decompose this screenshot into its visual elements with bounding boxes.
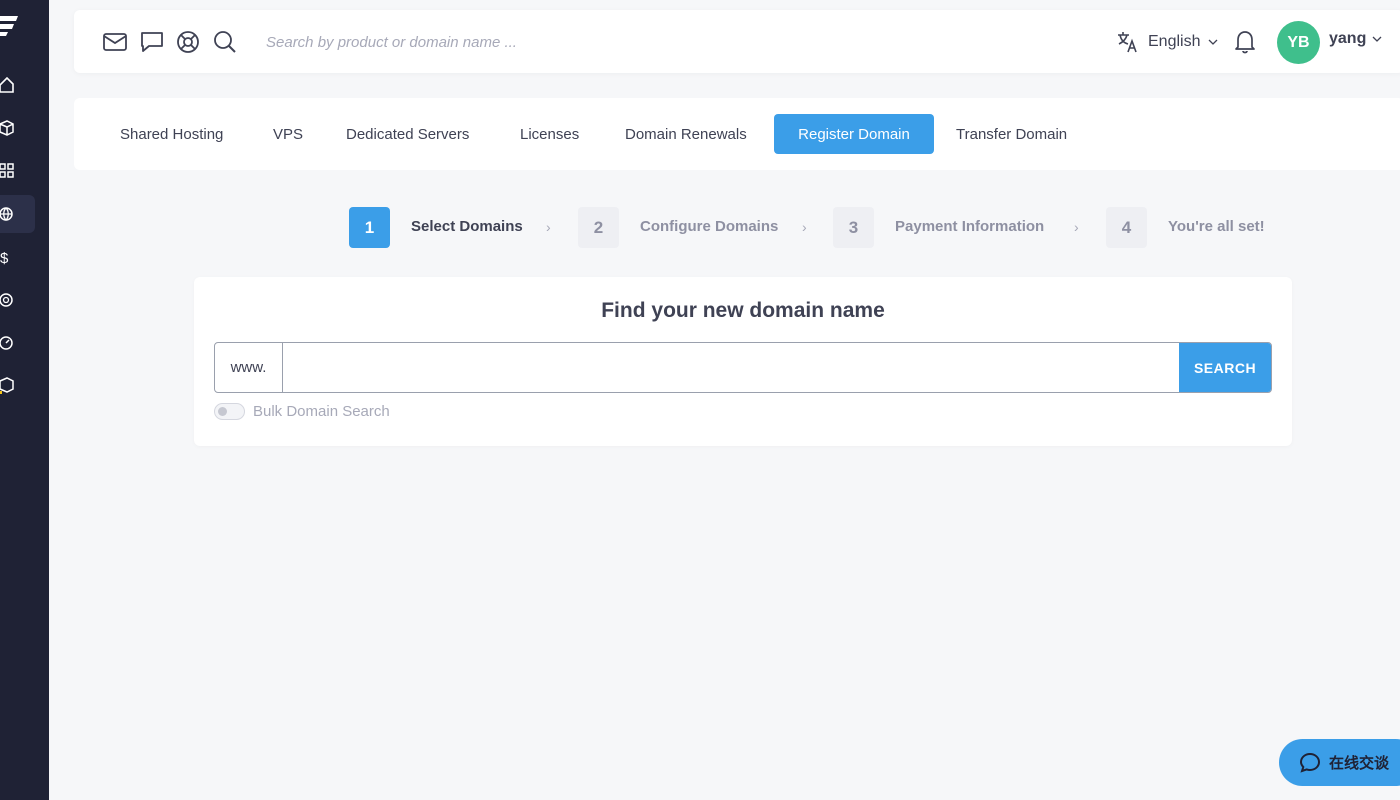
user-menu[interactable]: yang — [1329, 30, 1382, 48]
step-2-label: Configure Domains — [640, 218, 779, 235]
card-title: Find your new domain name — [601, 299, 885, 322]
bulk-domain-search: Bulk Domain Search — [214, 403, 390, 420]
bulk-search-toggle[interactable] — [214, 403, 245, 420]
tab-transfer-domain[interactable]: Transfer Domain — [934, 114, 1089, 154]
user-name: yang — [1329, 30, 1367, 47]
search-icon[interactable] — [212, 29, 238, 55]
notification-bell-icon[interactable] — [1232, 28, 1258, 56]
chat-label: 在线交谈 — [1329, 755, 1390, 772]
step-3-label: Payment Information — [895, 218, 1045, 235]
tab-licenses[interactable]: Licenses — [498, 114, 601, 154]
domain-search-card: Find your new domain name www. SEARCH Bu… — [194, 277, 1292, 446]
chevron-down-icon — [1372, 36, 1382, 42]
chevron-right-icon: › — [802, 219, 807, 235]
step-1-label: Select Domains — [411, 218, 523, 235]
top-bar: English YB yang — [74, 10, 1400, 73]
apps-icon[interactable] — [0, 152, 35, 190]
product-tabs: Shared Hosting VPS Dedicated Servers Lic… — [74, 98, 1400, 170]
mail-icon[interactable] — [102, 29, 128, 55]
box-icon[interactable] — [0, 109, 35, 147]
dollar-icon[interactable]: $ — [0, 238, 35, 276]
dashboard-icon[interactable] — [0, 324, 35, 362]
logo[interactable] — [0, 14, 20, 38]
sidebar: $ — [0, 0, 49, 800]
step-4-number: 4 — [1106, 207, 1147, 248]
www-prefix: www. — [215, 343, 283, 392]
step-2-number: 2 — [578, 207, 619, 248]
globe-icon[interactable] — [0, 195, 35, 233]
translate-icon — [1118, 32, 1137, 53]
domain-search-input[interactable] — [283, 343, 1179, 392]
language-label: English — [1148, 33, 1201, 50]
support-icon[interactable] — [175, 29, 201, 55]
language-selector[interactable]: English — [1116, 28, 1218, 56]
tab-register-domain[interactable]: Register Domain — [774, 114, 934, 154]
tab-shared-hosting[interactable]: Shared Hosting — [98, 114, 245, 154]
bulk-search-label: Bulk Domain Search — [253, 403, 390, 420]
package-icon[interactable] — [0, 367, 35, 405]
tab-domain-renewals[interactable]: Domain Renewals — [603, 114, 769, 154]
tab-vps[interactable]: VPS — [251, 114, 325, 154]
home-icon[interactable] — [0, 66, 35, 104]
chevron-right-icon: › — [546, 219, 551, 235]
search-button[interactable]: SEARCH — [1179, 343, 1271, 392]
svg-text:$: $ — [0, 250, 9, 265]
chevron-down-icon — [1209, 39, 1218, 45]
avatar[interactable]: YB — [1277, 21, 1320, 64]
live-chat-button[interactable]: 在线交谈 — [1279, 739, 1400, 786]
chat-icon[interactable] — [139, 29, 165, 55]
chevron-right-icon: › — [1074, 219, 1079, 235]
chat-bubble-icon — [1299, 752, 1321, 773]
domain-search-group: www. SEARCH — [214, 342, 1272, 393]
global-search-input[interactable] — [266, 30, 686, 54]
step-4-label: You're all set! — [1168, 218, 1265, 235]
step-3-number: 3 — [833, 207, 874, 248]
step-1-number: 1 — [349, 207, 390, 248]
tab-dedicated-servers[interactable]: Dedicated Servers — [324, 114, 491, 154]
lifebuoy-icon[interactable] — [0, 281, 35, 319]
